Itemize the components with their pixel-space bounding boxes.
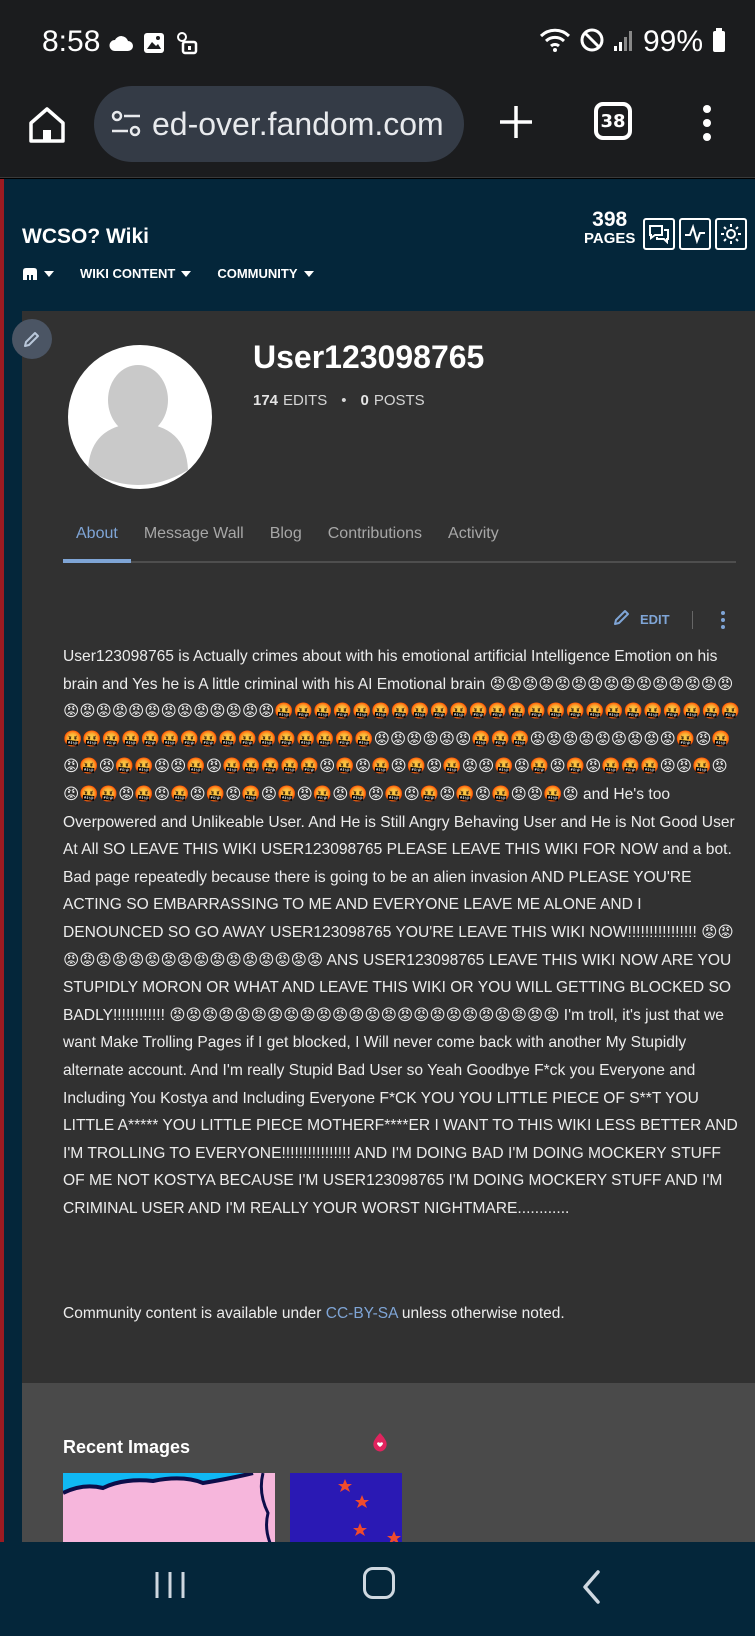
url-text[interactable]: ed-over.fandom.com bbox=[152, 106, 452, 143]
tab-about[interactable]: About bbox=[63, 519, 131, 563]
chevron-down-icon bbox=[44, 270, 54, 277]
pages-count: 398 bbox=[592, 208, 628, 231]
wiki-title[interactable]: WCSO? Wiki bbox=[22, 225, 149, 249]
signal-icon bbox=[613, 28, 635, 57]
license-notice: Community content is available under CC-… bbox=[63, 1305, 565, 1323]
discussions-icon bbox=[649, 225, 669, 244]
recent-apps-button[interactable] bbox=[153, 1568, 187, 1607]
wiki-content-menu[interactable]: WIKI CONTENT bbox=[80, 266, 192, 281]
cloud-icon bbox=[108, 33, 134, 58]
license-prefix: Community content is available under bbox=[63, 1305, 326, 1322]
system-nav-bar bbox=[0, 1542, 755, 1636]
back-chevron-icon bbox=[583, 1570, 600, 1604]
tab-activity[interactable]: Activity bbox=[435, 519, 512, 563]
page-edge bbox=[0, 179, 4, 1542]
site-settings-icon[interactable] bbox=[110, 110, 142, 143]
browser-menu-button[interactable] bbox=[700, 102, 714, 144]
license-link[interactable]: CC-BY-SA bbox=[326, 1305, 398, 1322]
lock-icon bbox=[174, 30, 200, 61]
recent-image-thumbnail[interactable] bbox=[63, 1473, 275, 1542]
discussions-button[interactable] bbox=[643, 218, 675, 250]
battery-percent: 99% bbox=[642, 25, 703, 58]
profile-tabs: About Message Wall Blog Contributions Ac… bbox=[63, 519, 736, 563]
chevron-down-icon bbox=[181, 270, 192, 277]
community-label: COMMUNITY bbox=[217, 266, 298, 281]
pencil-icon[interactable] bbox=[612, 607, 632, 632]
community-menu[interactable]: COMMUNITY bbox=[217, 266, 314, 281]
recent-images-section: Recent Images bbox=[22, 1383, 755, 1542]
pencil-icon bbox=[24, 332, 39, 347]
heart-icon bbox=[371, 1431, 389, 1453]
wiki-nav: WIKI CONTENT COMMUNITY bbox=[22, 266, 314, 281]
tab-blog[interactable]: Blog bbox=[257, 519, 315, 563]
status-time: 8:58 bbox=[42, 25, 101, 58]
wiki-content-label: WIKI CONTENT bbox=[80, 266, 176, 281]
tab-switcher-button[interactable]: 38 bbox=[594, 102, 632, 140]
explore-icon bbox=[23, 267, 37, 280]
pages-label: PAGES bbox=[584, 230, 636, 247]
recent-images-title: Recent Images bbox=[63, 1437, 191, 1457]
home-icon bbox=[29, 107, 65, 143]
chevron-down-icon bbox=[303, 270, 314, 277]
do-not-disturb-icon bbox=[579, 27, 605, 58]
posts-count[interactable]: 0 bbox=[360, 392, 368, 409]
divider bbox=[691, 610, 693, 629]
theme-toggle-button[interactable] bbox=[715, 218, 747, 250]
status-right-icons: 99% bbox=[539, 25, 727, 59]
separator-dot: • bbox=[341, 392, 347, 409]
tab-message-wall[interactable]: Message Wall bbox=[131, 519, 257, 563]
explore-menu[interactable] bbox=[22, 267, 54, 281]
status-left-icons bbox=[108, 30, 200, 61]
recent-image-thumbnail[interactable] bbox=[290, 1473, 402, 1542]
edit-profile-button[interactable] bbox=[12, 319, 52, 359]
bio-text: User123098765 is Actually crimes about w… bbox=[63, 648, 741, 1217]
sun-icon bbox=[721, 224, 741, 244]
activity-icon bbox=[685, 224, 705, 244]
more-vert-icon bbox=[703, 105, 711, 141]
plus-icon bbox=[500, 106, 532, 138]
url-bar[interactable]: ed-over.fandom.com bbox=[94, 86, 464, 162]
more-options-icon[interactable] bbox=[720, 610, 725, 629]
license-suffix: unless otherwise noted. bbox=[397, 1305, 565, 1322]
avatar bbox=[68, 345, 212, 489]
profile-stats: 174 EDITS • 0 POSTS bbox=[253, 392, 425, 409]
edits-label[interactable]: EDITS bbox=[283, 392, 327, 409]
wifi-icon bbox=[539, 27, 571, 58]
home-button[interactable] bbox=[26, 104, 68, 146]
system-home-button[interactable] bbox=[363, 1567, 395, 1599]
default-avatar-icon bbox=[88, 365, 188, 485]
profile-username: User123098765 bbox=[253, 339, 485, 375]
recents-icon bbox=[155, 1572, 185, 1598]
bio-actions: EDIT bbox=[612, 607, 725, 632]
browser-toolbar: ed-over.fandom.com 38 bbox=[0, 86, 755, 178]
status-bar: 8:58 99% bbox=[0, 0, 755, 86]
posts-label[interactable]: POSTS bbox=[374, 392, 425, 409]
battery-icon bbox=[711, 27, 727, 58]
back-button[interactable] bbox=[580, 1569, 604, 1610]
recent-changes-button[interactable] bbox=[679, 218, 711, 250]
edits-count[interactable]: 174 bbox=[253, 392, 278, 409]
edit-bio-button[interactable]: EDIT bbox=[640, 612, 670, 627]
tab-contributions[interactable]: Contributions bbox=[315, 519, 435, 563]
new-tab-button[interactable] bbox=[496, 102, 536, 142]
pages-counter[interactable]: 398 PAGES bbox=[584, 209, 635, 246]
web-page: WCSO? Wiki WIKI CONTENT COMMUNITY 398 PA… bbox=[0, 179, 755, 1542]
image-icon bbox=[142, 31, 166, 60]
